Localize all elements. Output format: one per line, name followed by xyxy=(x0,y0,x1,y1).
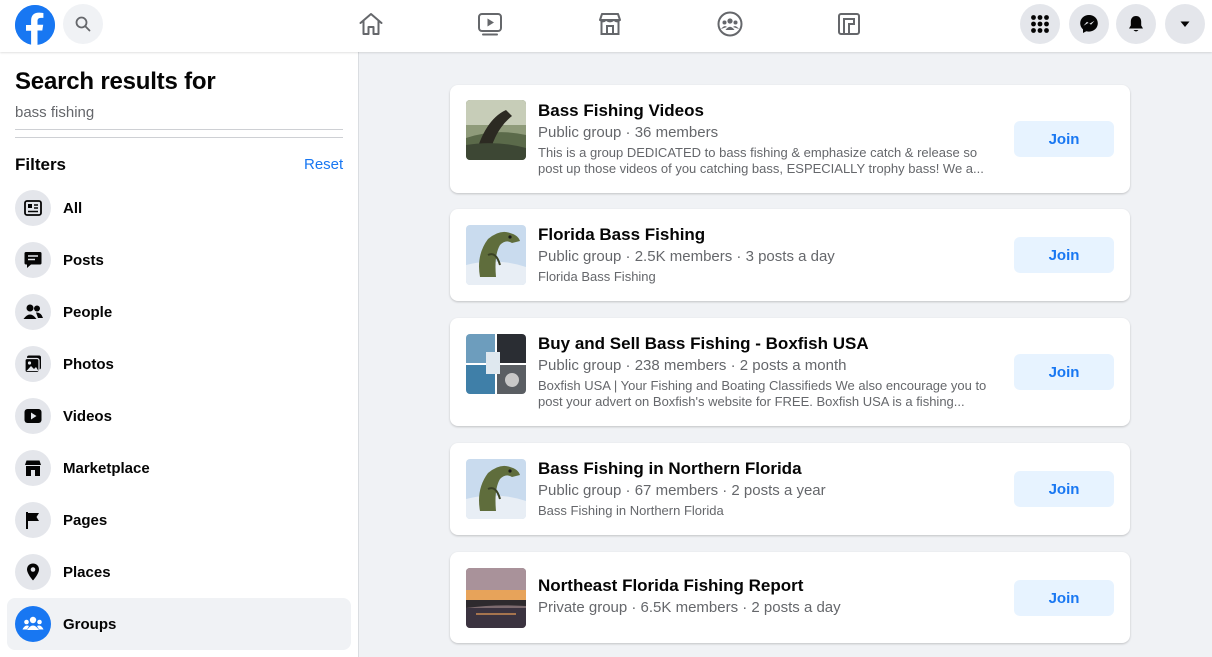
group-thumbnail[interactable] xyxy=(466,225,526,285)
search-icon xyxy=(75,16,91,32)
groups-nav-icon[interactable] xyxy=(716,10,744,38)
posts-icon xyxy=(15,242,51,278)
filter-item-people[interactable]: People xyxy=(7,286,351,338)
reset-filters-link[interactable]: Reset xyxy=(304,156,343,173)
filter-label: Marketplace xyxy=(63,459,150,477)
groups-icon xyxy=(15,606,51,642)
filter-item-videos[interactable]: Videos xyxy=(7,390,351,442)
account-menu-button[interactable] xyxy=(1165,4,1205,44)
divider xyxy=(15,129,343,130)
group-description: Florida Bass Fishing xyxy=(538,269,656,284)
group-title[interactable]: Northeast Florida Fishing Report xyxy=(538,576,803,596)
photos-icon xyxy=(15,346,51,382)
filter-label: All xyxy=(63,199,83,217)
filter-label: Groups xyxy=(63,615,117,633)
divider xyxy=(15,137,343,138)
group-title[interactable]: Bass Fishing Videos xyxy=(538,101,704,121)
join-button[interactable]: Join xyxy=(1014,354,1114,390)
filter-item-pages[interactable]: Pages xyxy=(7,494,351,546)
filters-heading: Filters xyxy=(15,155,67,174)
filter-item-posts[interactable]: Posts xyxy=(7,234,351,286)
group-thumbnail[interactable] xyxy=(466,100,526,160)
group-thumbnail[interactable] xyxy=(466,568,526,628)
filter-label: Posts xyxy=(63,251,104,269)
join-button[interactable]: Join xyxy=(1014,237,1114,273)
filter-item-places[interactable]: Places xyxy=(7,546,351,598)
filter-item-photos[interactable]: Photos xyxy=(7,338,351,390)
gaming-nav-icon[interactable] xyxy=(835,10,863,38)
group-result-card[interactable]: Buy and Sell Bass Fishing - Boxfish USA … xyxy=(450,318,1130,426)
filter-label: Pages xyxy=(63,511,108,529)
filter-item-all[interactable]: All xyxy=(7,182,351,234)
marketplace-icon xyxy=(15,450,51,486)
join-button[interactable]: Join xyxy=(1014,471,1114,507)
search-button[interactable] xyxy=(63,4,103,44)
notifications-button[interactable] xyxy=(1116,4,1156,44)
filter-item-marketplace[interactable]: Marketplace xyxy=(7,442,351,494)
home-nav-icon[interactable] xyxy=(357,10,385,38)
search-query-text: bass fishing xyxy=(15,104,95,121)
join-button[interactable]: Join xyxy=(1014,121,1114,157)
menu-button[interactable] xyxy=(1020,4,1060,44)
menu-grid-icon xyxy=(1031,15,1049,33)
marketplace-nav-icon[interactable] xyxy=(596,10,624,38)
group-thumbnail[interactable] xyxy=(466,459,526,519)
watch-video-nav-icon[interactable] xyxy=(476,10,504,38)
filter-label: Places xyxy=(63,563,111,581)
people-icon xyxy=(15,294,51,330)
group-meta: Public group · 36 members xyxy=(538,124,719,141)
group-description: This is a group DEDICATED to bass fishin… xyxy=(538,145,984,176)
group-title[interactable]: Buy and Sell Bass Fishing - Boxfish USA xyxy=(538,334,869,354)
group-meta: Public group · 2.5K members · 3 posts a … xyxy=(538,248,835,265)
group-result-card[interactable]: Bass Fishing Videos Public group · 36 me… xyxy=(450,85,1130,193)
group-result-card[interactable]: Florida Bass Fishing Public group · 2.5K… xyxy=(450,209,1130,301)
group-result-card[interactable]: Northeast Florida Fishing Report Private… xyxy=(450,552,1130,643)
filter-item-groups[interactable]: Groups xyxy=(7,598,351,650)
messenger-button[interactable] xyxy=(1069,4,1109,44)
bell-icon xyxy=(1129,16,1143,32)
group-meta: Public group · 238 members · 2 posts a m… xyxy=(538,357,847,374)
filter-label: People xyxy=(63,303,113,321)
facebook-logo-icon[interactable] xyxy=(15,5,55,45)
caret-down-icon xyxy=(1180,21,1190,27)
pages-flag-icon xyxy=(15,502,51,538)
search-filters-sidebar: Search results for bass fishing Filters … xyxy=(0,52,359,657)
places-pin-icon xyxy=(15,554,51,590)
join-button[interactable]: Join xyxy=(1014,580,1114,616)
group-description: Boxfish USA | Your Fishing and Boating C… xyxy=(538,378,987,409)
messenger-icon xyxy=(1080,15,1098,33)
group-meta: Private group · 6.5K members · 2 posts a… xyxy=(538,599,841,616)
sidebar-title: Search results for xyxy=(15,68,216,95)
group-title[interactable]: Florida Bass Fishing xyxy=(538,225,705,245)
group-thumbnail[interactable] xyxy=(466,334,526,394)
top-navigation-bar xyxy=(0,0,1212,52)
filter-label: Photos xyxy=(63,355,114,373)
group-title[interactable]: Bass Fishing in Northern Florida xyxy=(538,459,802,479)
group-description: Bass Fishing in Northern Florida xyxy=(538,503,724,518)
group-meta: Public group · 67 members · 2 posts a ye… xyxy=(538,482,826,499)
group-result-card[interactable]: Bass Fishing in Northern Florida Public … xyxy=(450,443,1130,535)
videos-icon xyxy=(15,398,51,434)
filter-label: Videos xyxy=(63,407,112,425)
all-results-icon xyxy=(15,190,51,226)
